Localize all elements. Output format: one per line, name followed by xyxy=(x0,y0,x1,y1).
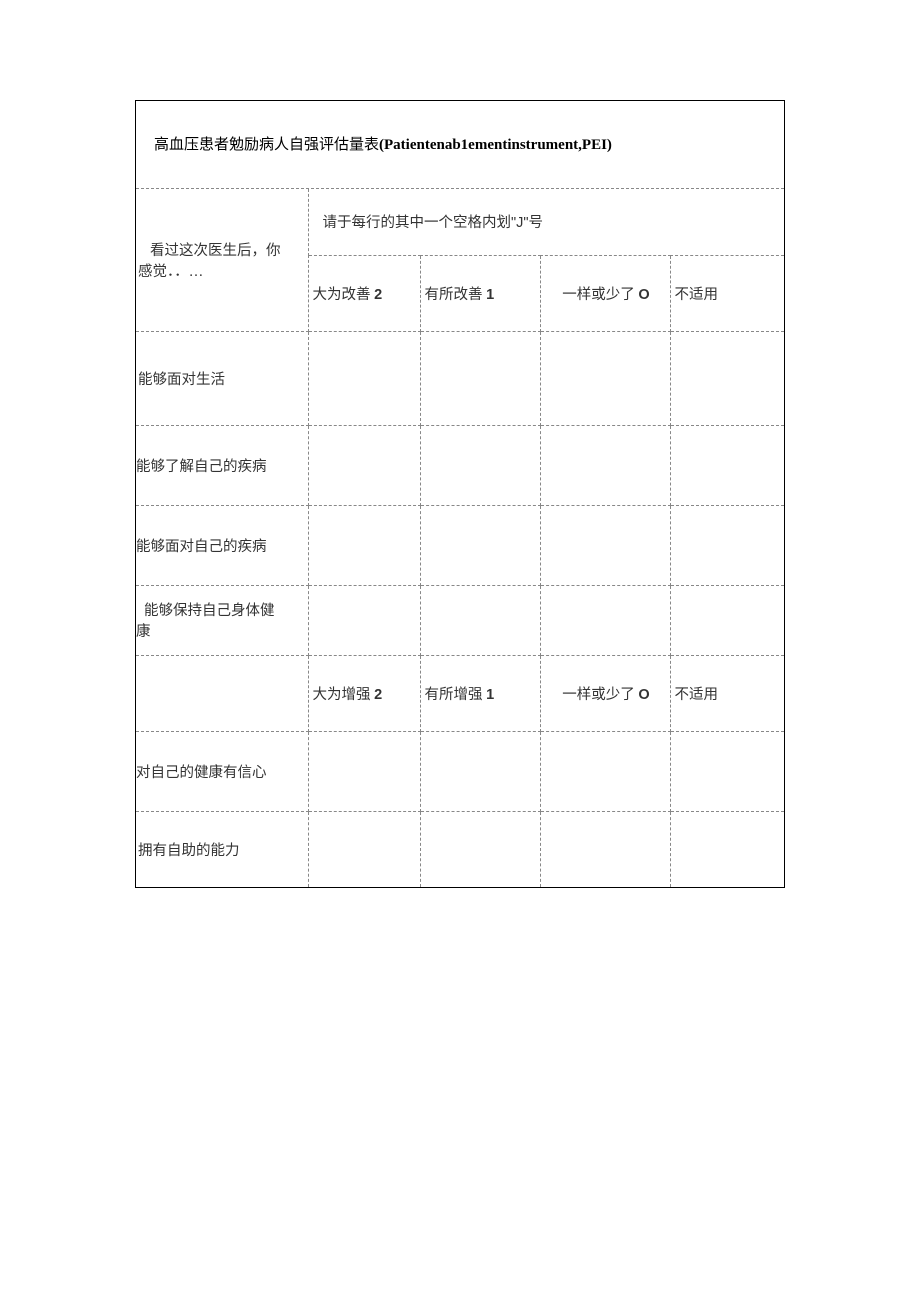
item-row-4: 能够保持自己身体健 康 xyxy=(136,585,784,655)
instruction-suffix: 号 xyxy=(529,215,544,231)
scale1-col3: 有所改善 1 xyxy=(420,255,540,331)
item5-opt1[interactable] xyxy=(308,731,420,811)
scale2-col5: 不适用 xyxy=(670,655,784,731)
item2-opt4[interactable] xyxy=(670,425,784,505)
left-header-cell: 看过这次医生后，你 感觉．．… xyxy=(136,189,308,331)
instruction-prefix: 请于每行的其中一个空格内划 xyxy=(323,215,512,231)
form-title-main: 高血压患者勉励病人自强评估量表 xyxy=(154,137,379,153)
item5-opt2[interactable] xyxy=(420,731,540,811)
item4-label: 能够保持自己身体健 康 xyxy=(136,585,308,655)
item-row-1: 能够面对生活 xyxy=(136,331,784,425)
scale2-col4: 一样或少了 O xyxy=(540,655,670,731)
item6-opt4[interactable] xyxy=(670,811,784,887)
form-title-paren: (Patientenab1ementinstrument,PEI) xyxy=(379,137,612,153)
item3-opt4[interactable] xyxy=(670,505,784,585)
item-row-6: 拥有自助的能力 xyxy=(136,811,784,887)
left-header-line2: 感觉．．… xyxy=(138,260,203,281)
instruction-row: 看过这次医生后，你 感觉．．… 请于每行的其中一个空格内划"J"号 xyxy=(136,189,784,255)
item1-opt3[interactable] xyxy=(540,331,670,425)
instruction-quote: "J" xyxy=(511,215,529,231)
item3-opt2[interactable] xyxy=(420,505,540,585)
item6-label: 拥有自助的能力 xyxy=(136,811,308,887)
item4-opt1[interactable] xyxy=(308,585,420,655)
instruction-cell: 请于每行的其中一个空格内划"J"号 xyxy=(308,189,784,255)
item5-opt4[interactable] xyxy=(670,731,784,811)
assessment-form: 高血压患者勉励病人自强评估量表(Patientenab1ementinstrum… xyxy=(135,100,785,888)
form-title-cell: 高血压患者勉励病人自强评估量表(Patientenab1ementinstrum… xyxy=(136,101,785,189)
item2-label: 能够了解自己的疾病 xyxy=(136,425,308,505)
item2-opt1[interactable] xyxy=(308,425,420,505)
item-row-3: 能够面对自己的疾病 xyxy=(136,505,784,585)
item6-opt2[interactable] xyxy=(420,811,540,887)
item3-label: 能够面对自己的疾病 xyxy=(136,505,308,585)
scale2-blank xyxy=(136,655,308,731)
item5-opt3[interactable] xyxy=(540,731,670,811)
left-header-line1: 看过这次医生后，你 xyxy=(150,243,281,259)
item1-opt2[interactable] xyxy=(420,331,540,425)
form-grid: 看过这次医生后，你 感觉．．… 请于每行的其中一个空格内划"J"号 大为改善 2… xyxy=(136,189,784,887)
item3-opt1[interactable] xyxy=(308,505,420,585)
scale1-col5: 不适用 xyxy=(670,255,784,331)
scale2-col3: 有所增强 1 xyxy=(420,655,540,731)
item1-opt4[interactable] xyxy=(670,331,784,425)
form-body: 看过这次医生后，你 感觉．．… 请于每行的其中一个空格内划"J"号 大为改善 2… xyxy=(136,189,785,888)
scale2-col2: 大为增强 2 xyxy=(308,655,420,731)
item4-opt2[interactable] xyxy=(420,585,540,655)
item2-opt3[interactable] xyxy=(540,425,670,505)
item4-opt4[interactable] xyxy=(670,585,784,655)
scale1-col2: 大为改善 2 xyxy=(308,255,420,331)
item2-opt2[interactable] xyxy=(420,425,540,505)
item4-opt3[interactable] xyxy=(540,585,670,655)
item6-opt1[interactable] xyxy=(308,811,420,887)
scale1-col4: 一样或少了 O xyxy=(540,255,670,331)
item5-label: 对自己的健康有信心 xyxy=(136,731,308,811)
item-row-5: 对自己的健康有信心 xyxy=(136,731,784,811)
item3-opt3[interactable] xyxy=(540,505,670,585)
item-row-2: 能够了解自己的疾病 xyxy=(136,425,784,505)
item1-label: 能够面对生活 xyxy=(136,331,308,425)
item6-opt3[interactable] xyxy=(540,811,670,887)
item1-opt1[interactable] xyxy=(308,331,420,425)
scale-row-2: 大为增强 2 有所增强 1 一样或少了 O 不适用 xyxy=(136,655,784,731)
